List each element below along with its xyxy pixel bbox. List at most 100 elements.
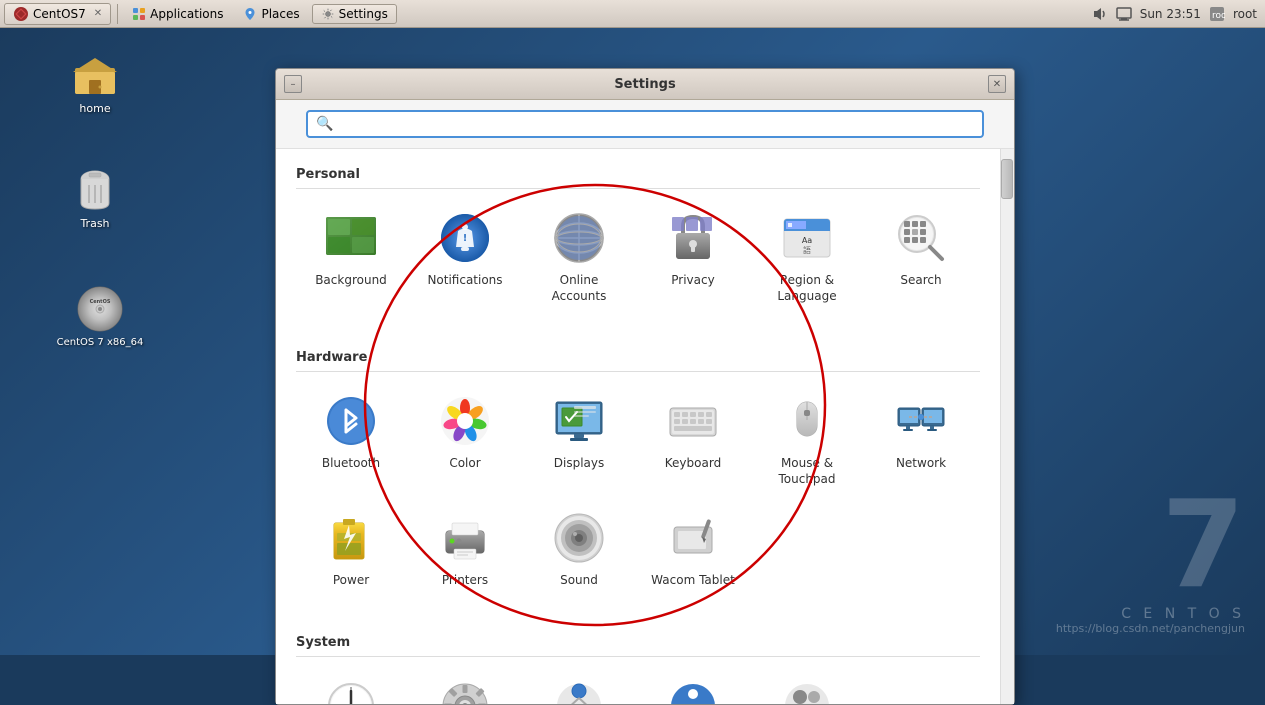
hardware-divider xyxy=(296,371,980,372)
svg-text:root: root xyxy=(1212,11,1225,21)
region-language-item[interactable]: Aa 語 Region & Language xyxy=(752,201,862,314)
personal-header: Personal xyxy=(296,159,980,188)
settings-scroll[interactable]: Personal xyxy=(276,149,1014,704)
keyboard-item[interactable]: Keyboard xyxy=(638,384,748,497)
places-menu[interactable]: Places xyxy=(235,5,307,23)
universal-access-icon xyxy=(666,679,720,704)
displays-label: Displays xyxy=(554,456,604,472)
displays-icon xyxy=(552,394,606,448)
hardware-header: Hardware xyxy=(296,342,980,371)
window-title: Settings xyxy=(302,77,988,92)
color-icon xyxy=(438,394,492,448)
places-icon xyxy=(243,7,257,21)
dvd-icon: CentOS xyxy=(76,285,124,333)
search-settings-item[interactable]: Search xyxy=(866,201,976,314)
wacom-tablet-icon xyxy=(666,511,720,565)
sharing-icon xyxy=(552,679,606,704)
mouse-touchpad-label: Mouse & Touchpad xyxy=(778,456,835,487)
applications-icon xyxy=(132,7,146,21)
taskbar-right: Sun 23:51 root root xyxy=(1092,6,1265,22)
places-label: Places xyxy=(261,7,299,21)
keyboard-label: Keyboard xyxy=(665,456,721,472)
online-accounts-item[interactable]: Online Accounts xyxy=(524,201,634,314)
svg-text:CentOS: CentOS xyxy=(90,299,111,305)
system-section: System xyxy=(276,617,1000,704)
home-icon-label: home xyxy=(79,102,110,115)
users-item[interactable]: Users xyxy=(752,669,862,704)
power-item[interactable]: Power xyxy=(296,501,406,599)
bluetooth-item[interactable]: Bluetooth xyxy=(296,384,406,497)
centos7-tab-close[interactable]: ✕ xyxy=(94,8,102,19)
search-input[interactable] xyxy=(339,117,974,132)
sound-label: Sound xyxy=(560,573,598,589)
background-item[interactable]: Background xyxy=(296,201,406,314)
privacy-item[interactable]: Privacy xyxy=(638,201,748,314)
display-icon[interactable] xyxy=(1116,6,1132,22)
details-item[interactable]: Details xyxy=(410,669,520,704)
taskbar: CentOS7 ✕ Applications Places xyxy=(0,0,1265,28)
keyboard-icon xyxy=(666,394,720,448)
taskbar-left: CentOS7 ✕ Applications Places xyxy=(0,3,397,25)
system-grid: Date & Time xyxy=(296,669,980,704)
scrollbar-thumb[interactable] xyxy=(1001,159,1013,199)
notifications-label: Notifications xyxy=(427,273,502,289)
hardware-section: Hardware Bluetooth xyxy=(276,332,1000,617)
dvd-icon-label: CentOS 7 x86_64 xyxy=(57,337,144,348)
desktop-icon-trash[interactable]: Trash xyxy=(55,165,135,230)
personal-section: Personal xyxy=(276,149,1000,332)
color-item[interactable]: Color xyxy=(410,384,520,497)
settings-gear-icon xyxy=(321,7,335,21)
network-icon xyxy=(894,394,948,448)
desktop-icon-dvd[interactable]: CentOS CentOS 7 x86_64 xyxy=(55,285,145,348)
mouse-touchpad-item[interactable]: Mouse & Touchpad xyxy=(752,384,862,497)
universal-access-item[interactable]: Universal Access xyxy=(638,669,748,704)
printers-label: Printers xyxy=(442,573,488,589)
mouse-touchpad-icon xyxy=(780,394,834,448)
wacom-tablet-label: Wacom Tablet xyxy=(651,573,735,589)
search-settings-label: Search xyxy=(900,273,941,289)
privacy-label: Privacy xyxy=(671,273,714,289)
displays-item[interactable]: Displays xyxy=(524,384,634,497)
applications-menu[interactable]: Applications xyxy=(124,5,231,23)
network-item[interactable]: Network xyxy=(866,384,976,497)
system-time: Sun 23:51 xyxy=(1140,7,1201,21)
window-titlebar: – Settings ✕ xyxy=(276,69,1014,100)
personal-divider xyxy=(296,188,980,189)
window-content: Personal xyxy=(276,149,1014,704)
region-language-label: Region & Language xyxy=(777,273,836,304)
scrollbar-track[interactable] xyxy=(1000,149,1014,704)
online-accounts-label: Online Accounts xyxy=(552,273,607,304)
volume-icon[interactable] xyxy=(1092,6,1108,22)
home-folder-icon xyxy=(71,50,119,98)
centos7-tab[interactable]: CentOS7 ✕ xyxy=(4,3,111,25)
background-label: Background xyxy=(315,273,387,289)
search-icon: 🔍 xyxy=(316,116,333,132)
notifications-icon: ! xyxy=(438,211,492,265)
printers-item[interactable]: Printers xyxy=(410,501,520,599)
settings-window: – Settings ✕ 🔍 Personal xyxy=(275,68,1015,705)
user-icon[interactable]: root xyxy=(1209,6,1225,22)
network-label: Network xyxy=(896,456,946,472)
applications-label: Applications xyxy=(150,7,223,21)
datetime-item[interactable]: Date & Time xyxy=(296,669,406,704)
settings-menu[interactable]: Settings xyxy=(312,4,397,24)
bluetooth-icon xyxy=(324,394,378,448)
wacom-tablet-item[interactable]: Wacom Tablet xyxy=(638,501,748,599)
centos-url: https://blog.csdn.net/panchengjun xyxy=(1056,622,1245,635)
search-settings-icon xyxy=(894,211,948,265)
desktop-icon-home[interactable]: home xyxy=(55,50,135,115)
centos7-tab-label: CentOS7 xyxy=(33,7,86,21)
power-icon xyxy=(324,511,378,565)
users-icon xyxy=(780,679,834,704)
centos-text: C E N T O S xyxy=(1056,606,1245,622)
sharing-item[interactable]: Sharing xyxy=(524,669,634,704)
sound-item[interactable]: Sound xyxy=(524,501,634,599)
settings-label: Settings xyxy=(339,7,388,21)
notifications-item[interactable]: ! Notifications xyxy=(410,201,520,314)
window-minimize-button[interactable]: – xyxy=(284,75,302,93)
bluetooth-label: Bluetooth xyxy=(322,456,380,472)
system-header: System xyxy=(296,627,980,656)
window-close-button[interactable]: ✕ xyxy=(988,75,1006,93)
svg-text:Aa: Aa xyxy=(802,236,812,245)
hardware-grid: Bluetooth xyxy=(296,384,980,607)
